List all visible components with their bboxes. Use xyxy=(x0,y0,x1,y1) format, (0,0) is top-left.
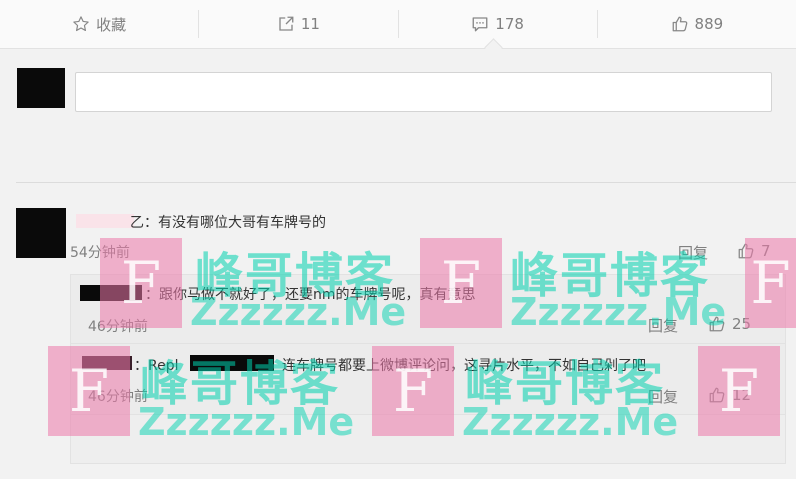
star-icon xyxy=(72,15,90,33)
section-divider xyxy=(16,182,796,183)
favorite-button[interactable]: 收藏 xyxy=(0,10,198,38)
watermark-glyph: F xyxy=(120,249,162,317)
watermark-glyph: F xyxy=(392,357,434,425)
comment-icon xyxy=(471,15,489,33)
avatar[interactable] xyxy=(17,68,65,108)
watermark-glyph: F xyxy=(68,357,110,425)
action-toolbar: 收藏 11 178 889 xyxy=(0,0,796,49)
comment-input[interactable] xyxy=(75,72,772,112)
thumbs-up-icon xyxy=(708,315,726,333)
comment-text: 乙：有没有哪位大哥有车牌号的 xyxy=(130,215,326,231)
like-count: 889 xyxy=(694,15,724,33)
watermark-glyph: F xyxy=(440,249,482,317)
watermark-logo: F xyxy=(745,238,796,328)
reply-button[interactable]: 回复 xyxy=(648,315,678,336)
reply-mention-prefix: ：Repl xyxy=(134,358,179,374)
username-redacted[interactable] xyxy=(76,214,134,228)
watermark-glyph: F xyxy=(750,249,791,317)
avatar[interactable] xyxy=(16,208,66,258)
comment-count: 178 xyxy=(495,15,524,33)
mention-redacted[interactable] xyxy=(190,355,274,371)
favorite-label: 收藏 xyxy=(96,15,127,34)
share-icon xyxy=(277,15,295,33)
reply-text: 连车牌号都要上微博评论问，这寻片水平，不如自己剁了吧 xyxy=(282,358,646,374)
thumbs-up-icon xyxy=(671,15,689,33)
watermark-logo: F xyxy=(100,238,182,328)
reply-button[interactable]: 回复 xyxy=(678,242,708,263)
repost-count: 11 xyxy=(300,15,320,33)
watermark-logo: F xyxy=(372,346,454,436)
watermark-logo: F xyxy=(698,346,780,436)
like-button[interactable]: 889 xyxy=(596,10,796,38)
watermark-logo: F xyxy=(48,346,130,436)
repost-button[interactable]: 11 xyxy=(198,10,397,38)
comment-button[interactable]: 178 xyxy=(397,10,597,38)
watermark-logo: F xyxy=(420,238,502,328)
reply-button[interactable]: 回复 xyxy=(648,386,678,407)
watermark-glyph: F xyxy=(718,357,760,425)
